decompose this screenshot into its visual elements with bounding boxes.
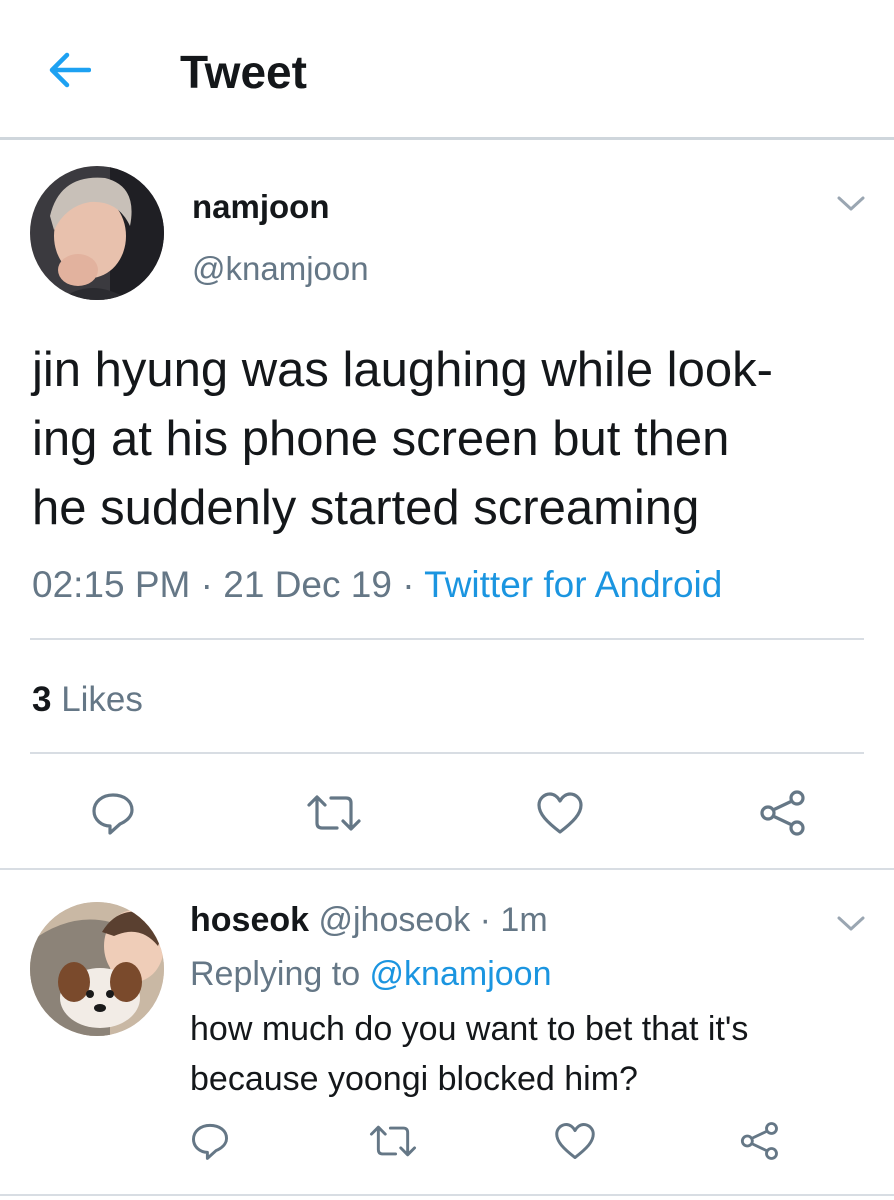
likes-stat[interactable]: 3 Likes <box>32 678 143 722</box>
author-handle[interactable]: @knamjoon <box>192 250 369 288</box>
meta-separator: · <box>190 564 224 605</box>
tweet-text-line: jin hyung was laughing while look- <box>32 343 773 397</box>
share-button[interactable] <box>754 786 810 840</box>
author-avatar[interactable] <box>30 166 164 300</box>
arrow-left-icon <box>49 52 91 88</box>
like-icon <box>555 1123 595 1159</box>
reply-icon <box>192 1123 228 1160</box>
reply-text-line: because yoongi blocked him? <box>190 1060 638 1098</box>
reply-author-handle[interactable]: @jhoseok <box>309 901 470 939</box>
like-button[interactable] <box>532 786 588 840</box>
tweet-meta: 02:15 PM · 21 Dec 19 · Twitter for Andro… <box>32 560 722 610</box>
replying-to: Replying to @knamjoon <box>190 950 551 998</box>
retweet-button[interactable] <box>304 786 364 840</box>
reply-author-name[interactable]: hoseok <box>190 901 309 939</box>
retweet-icon <box>369 1125 417 1157</box>
divider <box>30 638 864 640</box>
header-divider <box>0 137 894 140</box>
reply-time: 1m <box>500 901 548 939</box>
tweet-text: jin hyung was laughing while look- ing a… <box>32 336 862 543</box>
section-divider <box>0 868 894 870</box>
reply-reply-button[interactable] <box>186 1118 234 1164</box>
tweet-source-link[interactable]: Twitter for Android <box>424 564 722 605</box>
replying-prefix: Replying to <box>190 955 370 993</box>
tweet-date: 21 Dec 19 <box>223 564 392 605</box>
like-icon <box>537 792 583 834</box>
chevron-down-icon <box>837 196 865 211</box>
share-icon <box>760 790 805 836</box>
bottom-divider <box>0 1194 894 1196</box>
tweet-text-line: he suddenly started screaming <box>32 481 700 535</box>
meta-separator: · <box>391 564 425 605</box>
avatar-photo <box>30 166 164 300</box>
reply-like-button[interactable] <box>550 1118 600 1164</box>
reply-menu-button[interactable] <box>834 910 868 941</box>
reply-share-button[interactable] <box>734 1118 784 1164</box>
reply-retweet-button[interactable] <box>366 1118 420 1164</box>
top-app-bar: Tweet <box>0 0 894 137</box>
author-name[interactable]: namjoon <box>192 188 330 226</box>
reply-header: hoseok @jhoseok · 1m <box>190 896 548 944</box>
chevron-down-icon <box>837 916 865 931</box>
tweet-menu-button[interactable] <box>834 190 868 221</box>
likes-label: Likes <box>51 680 143 719</box>
tweet-text-line: ing at his phone screen but then <box>32 412 730 466</box>
reply-icon <box>92 793 134 835</box>
retweet-icon <box>307 795 361 831</box>
back-button[interactable] <box>46 50 92 90</box>
share-icon <box>740 1122 778 1160</box>
reply-author-avatar[interactable] <box>30 902 164 1036</box>
page-title: Tweet <box>180 46 307 98</box>
tweet-time: 02:15 PM <box>32 564 191 605</box>
reply-text: how much do you want to bet that it's be… <box>190 1004 850 1104</box>
likes-count: 3 <box>32 680 52 719</box>
avatar-photo <box>30 902 164 1036</box>
divider <box>30 752 864 754</box>
reply-button[interactable] <box>86 786 140 840</box>
reply-text-line: how much do you want to bet that it's <box>190 1010 749 1048</box>
meta-separator: · <box>470 901 501 939</box>
replying-mention-link[interactable]: @knamjoon <box>370 955 552 993</box>
